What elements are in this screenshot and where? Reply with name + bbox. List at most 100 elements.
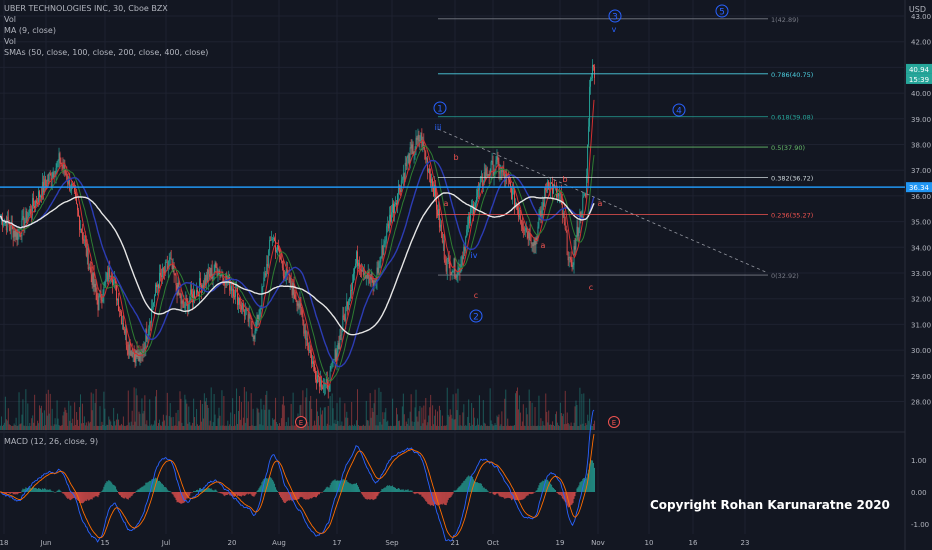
legend-vol[interactable]: Vol	[4, 14, 208, 25]
macd-hist-bar	[91, 492, 93, 500]
candle	[393, 203, 394, 214]
volume-bar	[586, 424, 588, 430]
candle	[110, 276, 112, 278]
volume-bar	[376, 415, 378, 430]
macd-hist-bar	[314, 492, 316, 497]
volume-bar	[421, 407, 423, 430]
volume-bar	[483, 422, 485, 430]
macd-hist-bar	[255, 492, 257, 494]
macd-hist-bar	[183, 492, 185, 503]
candle	[33, 198, 34, 207]
volume-bar	[264, 409, 266, 430]
volume-bar	[158, 423, 160, 430]
volume-bar	[405, 421, 407, 430]
macd-hist-bar	[387, 485, 389, 492]
macd-hist-bar	[354, 483, 356, 492]
macd-hist-bar	[306, 492, 308, 500]
volume-bar	[589, 398, 591, 430]
volume-bar	[313, 425, 315, 430]
candle	[259, 309, 261, 315]
volume-bar	[551, 424, 553, 430]
volume-bar	[36, 425, 38, 430]
candle	[543, 202, 545, 207]
legend-vol-2[interactable]: Vol	[4, 36, 208, 47]
macd-hist-bar	[388, 485, 390, 492]
candle	[123, 329, 125, 334]
candle	[348, 300, 350, 310]
volume-bar	[114, 421, 116, 430]
macd-hist-bar	[313, 492, 315, 497]
volume-bar	[587, 414, 589, 430]
volume-bar	[442, 425, 444, 430]
macd-hist-bar	[159, 481, 161, 492]
candle	[83, 239, 85, 241]
candle	[540, 210, 542, 217]
volume-bar	[79, 394, 81, 430]
volume-bar	[18, 392, 20, 430]
macd-hist-bar	[309, 492, 311, 499]
volume-bar	[457, 388, 459, 430]
candle	[405, 162, 407, 167]
volume-bar	[63, 411, 65, 430]
volume-bar	[15, 417, 17, 430]
macd-hist-bar	[374, 492, 376, 500]
macd-hist-bar	[273, 481, 275, 492]
wave-label-v: v	[612, 25, 617, 34]
macd-hist-bar	[447, 492, 449, 500]
candle	[458, 267, 460, 269]
volume-bar	[88, 423, 90, 430]
candle	[417, 134, 419, 140]
macd-hist-bar	[364, 492, 366, 499]
candle	[169, 257, 171, 261]
candle	[295, 298, 297, 301]
macd-hist-bar	[477, 482, 479, 492]
volume-bar	[193, 398, 195, 430]
volume-bar	[195, 425, 197, 430]
chart-canvas[interactable]: 43.0042.0041.0040.0039.0038.0037.0036.00…	[0, 0, 932, 550]
volume-bar	[204, 401, 206, 430]
volume-bar	[73, 425, 75, 430]
macd-hist-bar	[410, 490, 412, 492]
candle	[184, 307, 186, 309]
volume-bar	[502, 425, 504, 430]
macd-hist-bar	[396, 489, 397, 492]
macd-hist-bar	[414, 492, 416, 495]
macd-hist-bar	[68, 492, 70, 499]
volume-bar	[344, 403, 346, 430]
candle	[317, 375, 318, 383]
volume-bar	[141, 398, 143, 430]
macd-hist-bar	[455, 490, 457, 492]
volume-bar	[416, 416, 418, 430]
volume-bar	[327, 405, 329, 430]
y-tick-label: 31.00	[911, 321, 931, 329]
candle	[36, 200, 37, 203]
candle	[306, 338, 308, 341]
candle	[60, 163, 62, 165]
candle	[238, 297, 239, 305]
x-tick-label: 19	[556, 539, 565, 547]
macd-hist-bar	[359, 491, 361, 493]
volume-bar	[403, 414, 405, 430]
volume-bar	[93, 425, 95, 430]
macd-hist-bar	[398, 488, 400, 492]
candle	[17, 232, 19, 241]
candle	[214, 262, 216, 273]
macd-hist-bar	[14, 492, 16, 495]
symbol-title[interactable]: UBER TECHNOLOGIES INC, 30, Cboe BZX	[4, 3, 208, 14]
macd-legend[interactable]: MACD (12, 26, close, 9)	[4, 437, 98, 446]
candle	[470, 208, 471, 224]
candle	[381, 245, 383, 257]
legend-smas[interactable]: SMAs (50, close, 100, close, 200, close,…	[4, 47, 208, 58]
macd-hist-bar	[382, 489, 384, 492]
wave-label-a: a	[598, 199, 603, 208]
macd-hist-bar	[67, 492, 69, 499]
legend-ma[interactable]: MA (9, close)	[4, 25, 208, 36]
candle	[335, 349, 337, 362]
macd-hist-bar	[11, 492, 13, 494]
candle	[182, 300, 184, 304]
candle	[444, 259, 446, 265]
volume-bar	[227, 420, 229, 430]
volume-bar	[456, 410, 458, 430]
volume-bar	[291, 425, 293, 430]
volume-bar	[368, 425, 370, 430]
